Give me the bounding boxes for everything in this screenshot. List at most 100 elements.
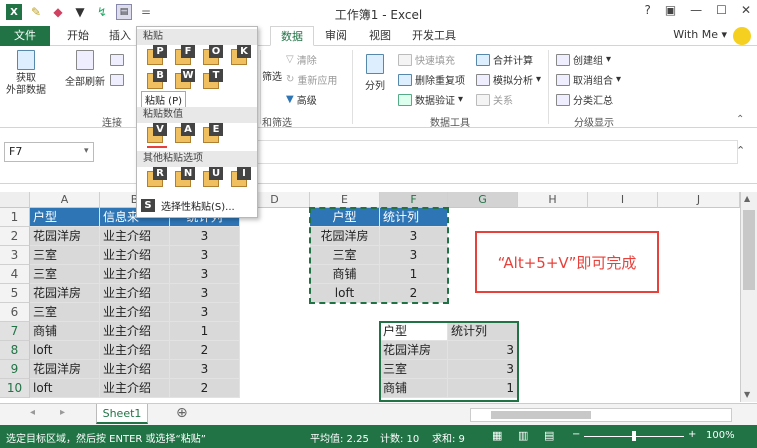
table-cell[interactable]: loft bbox=[30, 379, 100, 398]
name-box[interactable]: F7 bbox=[4, 142, 94, 162]
table-cell[interactable]: 业主介绍 bbox=[100, 284, 170, 303]
tab-view[interactable]: 视图 bbox=[360, 26, 400, 46]
column-header[interactable]: F bbox=[380, 192, 448, 208]
close-icon[interactable]: ✕ bbox=[741, 3, 751, 17]
table-cell[interactable]: 商铺 bbox=[30, 322, 100, 341]
column-header[interactable]: H bbox=[518, 192, 588, 208]
row-header[interactable]: 8 bbox=[0, 341, 30, 360]
paste-option-o[interactable]: O bbox=[201, 45, 225, 67]
tab-review[interactable]: 审阅 bbox=[316, 26, 356, 46]
worksheet-grid[interactable]: A B C D E F G H I J 1 2 3 4 5 6 7 8 9 10… bbox=[0, 192, 740, 402]
avatar[interactable] bbox=[733, 27, 751, 45]
scroll-up-icon[interactable]: ▲ bbox=[744, 194, 750, 203]
table-cell[interactable]: 业主介绍 bbox=[100, 303, 170, 322]
column-header[interactable]: G bbox=[448, 192, 518, 208]
get-external-data-button[interactable]: 获取 外部数据 bbox=[6, 50, 46, 97]
properties-icon[interactable] bbox=[110, 74, 124, 86]
paste-option-e[interactable]: E bbox=[201, 123, 225, 145]
normal-view-icon[interactable]: ▦ bbox=[492, 429, 502, 442]
column-header[interactable]: A bbox=[30, 192, 100, 208]
table-cell[interactable]: 2 bbox=[170, 341, 240, 360]
next-sheet-icon[interactable]: ▸ bbox=[60, 407, 65, 418]
zoom-level[interactable]: 100% bbox=[706, 430, 735, 441]
reapply-button[interactable]: ↻ 重新应用 bbox=[286, 72, 337, 87]
table-cell[interactable]: 3 bbox=[170, 265, 240, 284]
column-header[interactable]: I bbox=[588, 192, 658, 208]
row-header[interactable]: 2 bbox=[0, 227, 30, 246]
table-cell[interactable]: 1 bbox=[170, 322, 240, 341]
paste-option-f[interactable]: F bbox=[173, 45, 197, 67]
table-cell[interactable]: 三室 bbox=[30, 246, 100, 265]
what-if-button[interactable]: 模拟分析 ▾ bbox=[476, 72, 541, 87]
collapse-ribbon-icon[interactable]: ⌃ bbox=[736, 114, 744, 125]
table-cell[interactable]: 业主介绍 bbox=[100, 246, 170, 265]
horizontal-scrollbar[interactable] bbox=[470, 408, 732, 422]
expand-formula-icon[interactable]: ⌃ bbox=[736, 144, 745, 157]
row-header[interactable]: 7 bbox=[0, 322, 30, 341]
paste-option-w[interactable]: W bbox=[173, 69, 197, 91]
flash-fill-button[interactable]: 快速填充 bbox=[398, 52, 455, 67]
row-header[interactable]: 1 bbox=[0, 208, 30, 227]
vertical-scrollbar[interactable]: ▲ ▼ bbox=[740, 192, 757, 402]
scroll-down-icon[interactable]: ▼ bbox=[744, 390, 750, 399]
paste-option-i[interactable]: I bbox=[229, 167, 253, 189]
table-cell[interactable]: 业主介绍 bbox=[100, 360, 170, 379]
table-cell[interactable]: 业主介绍 bbox=[100, 379, 170, 398]
tab-data[interactable]: 数据 bbox=[270, 26, 314, 46]
sheet-tab[interactable]: Sheet1 bbox=[96, 404, 148, 424]
paste-option-v[interactable]: V bbox=[145, 123, 169, 145]
relationships-button[interactable]: 关系 bbox=[476, 92, 513, 107]
minimize-icon[interactable]: — bbox=[690, 3, 702, 17]
table-cell[interactable]: 业主介绍 bbox=[100, 265, 170, 284]
refresh-all-button[interactable]: 全部刷新 bbox=[62, 50, 108, 88]
tab-insert[interactable]: 插入 bbox=[104, 26, 136, 46]
table-cell[interactable]: 3 bbox=[170, 284, 240, 303]
data-validation-button[interactable]: 数据验证 ▾ bbox=[398, 92, 463, 107]
row-header[interactable]: 3 bbox=[0, 246, 30, 265]
table-cell[interactable]: 2 bbox=[170, 379, 240, 398]
clear-button[interactable]: ▽ 清除 bbox=[286, 52, 317, 67]
column-header[interactable]: E bbox=[310, 192, 380, 208]
maximize-icon[interactable]: ☐ bbox=[716, 3, 727, 17]
zoom-slider-thumb[interactable] bbox=[632, 431, 636, 441]
paste-special-item[interactable]: S 选择性粘贴(S)... bbox=[141, 195, 257, 215]
tab-home[interactable]: 开始 bbox=[58, 26, 98, 46]
help-icon[interactable]: ? bbox=[644, 3, 650, 17]
zoom-in-icon[interactable]: + bbox=[688, 429, 696, 440]
table-cell[interactable]: 花园洋房 bbox=[30, 284, 100, 303]
paste-option-r[interactable]: R bbox=[145, 167, 169, 189]
table-cell[interactable]: 3 bbox=[170, 227, 240, 246]
text-to-columns-button[interactable]: 分列 bbox=[360, 54, 390, 92]
consolidate-button[interactable]: 合并计算 bbox=[476, 52, 533, 67]
chevron-down-icon[interactable]: ▾ bbox=[84, 146, 89, 156]
ungroup-button[interactable]: 取消组合 ▾ bbox=[556, 72, 621, 87]
row-header[interactable]: 4 bbox=[0, 265, 30, 284]
add-sheet-icon[interactable]: ⊕ bbox=[176, 405, 188, 421]
row-header[interactable]: 6 bbox=[0, 303, 30, 322]
tab-developer[interactable]: 开发工具 bbox=[404, 26, 464, 46]
remove-duplicates-button[interactable]: 删除重复项 bbox=[398, 72, 465, 87]
table-cell[interactable]: 业主介绍 bbox=[100, 227, 170, 246]
paste-option-a[interactable]: A bbox=[173, 123, 197, 145]
table-cell[interactable]: 花园洋房 bbox=[30, 360, 100, 379]
table-cell[interactable]: 三室 bbox=[30, 303, 100, 322]
column-header[interactable]: J bbox=[658, 192, 740, 208]
table-cell[interactable]: 3 bbox=[170, 303, 240, 322]
zoom-out-icon[interactable]: − bbox=[572, 429, 580, 440]
paste-option-u[interactable]: U bbox=[201, 167, 225, 189]
page-layout-icon[interactable]: ▥ bbox=[518, 429, 528, 442]
table-cell[interactable]: 三室 bbox=[30, 265, 100, 284]
table-cell[interactable]: 业主介绍 bbox=[100, 322, 170, 341]
table-cell[interactable]: 3 bbox=[170, 246, 240, 265]
subtotal-button[interactable]: 分类汇总 bbox=[556, 92, 613, 107]
tab-file[interactable]: 文件 bbox=[0, 26, 50, 46]
connections-icon[interactable] bbox=[110, 54, 124, 66]
ribbon-display-icon[interactable]: ▣ bbox=[665, 3, 676, 17]
scroll-thumb[interactable] bbox=[743, 210, 755, 290]
paste-option-t[interactable]: T bbox=[201, 69, 225, 91]
advanced-button[interactable]: ▼ 高级 bbox=[286, 92, 317, 107]
paste-option-k[interactable]: K bbox=[229, 45, 253, 67]
table-cell[interactable]: 花园洋房 bbox=[30, 227, 100, 246]
select-all-corner[interactable] bbox=[0, 192, 30, 208]
table-header-cell[interactable]: 户型 bbox=[30, 208, 100, 227]
